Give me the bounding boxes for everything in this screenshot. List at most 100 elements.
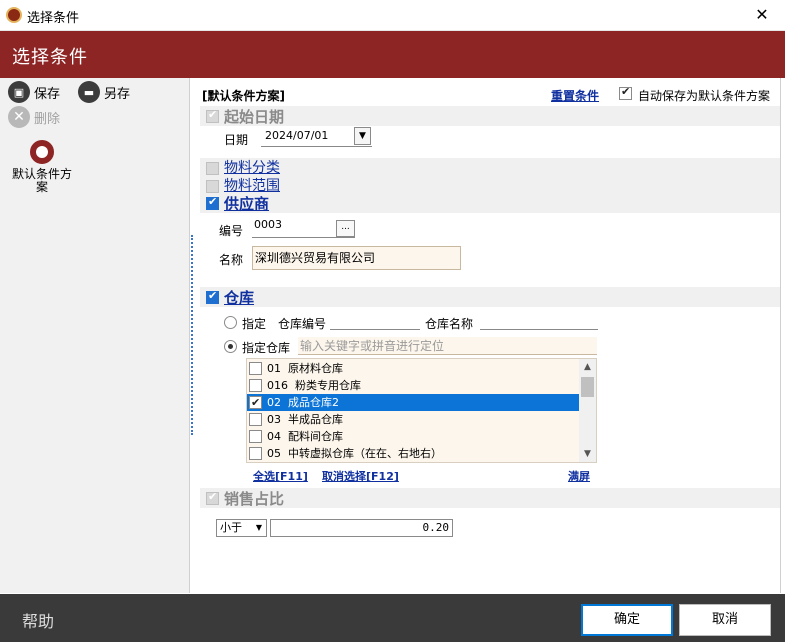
window-titlebar: 选择条件 ✕ xyxy=(0,0,785,31)
cancel-button[interactable]: 取消 xyxy=(679,604,771,636)
specify-radio[interactable] xyxy=(224,316,237,329)
deselect-link[interactable]: 取消选择[F12] xyxy=(322,468,399,484)
list-item[interactable]: 05 中转虚拟仓库（在在、右地右） xyxy=(247,445,580,462)
material-range-checkbox[interactable] xyxy=(206,179,219,193)
list-item-name: 半成品仓库 xyxy=(288,413,343,426)
list-item-name: 原材料仓库 xyxy=(288,362,343,375)
specify-label: 指定 xyxy=(242,317,267,331)
delete-icon: ✕ xyxy=(8,106,30,128)
list-item-code: 03 xyxy=(267,413,281,426)
material-range-link[interactable]: 物料范围 xyxy=(224,175,280,195)
chevron-down-icon: ▼ xyxy=(255,523,262,532)
autosave-label: 自动保存为默认条件方案 xyxy=(638,89,771,103)
save-button[interactable]: ▣ 保存 xyxy=(8,81,60,103)
start-date-checkbox[interactable] xyxy=(206,108,219,123)
list-item-name: 中转虚拟仓库（在在、右地右） xyxy=(288,447,442,460)
list-item-code: 01 xyxy=(267,362,281,375)
list-item-code: 04 xyxy=(267,430,281,443)
delete-label: 删除 xyxy=(34,111,61,127)
dialog-footer: 帮助 确定 取消 xyxy=(0,594,785,642)
content-border xyxy=(780,78,785,593)
list-item[interactable]: 01 原材料仓库 xyxy=(247,360,580,377)
chevron-up-icon[interactable]: ▲ xyxy=(579,359,596,375)
supplier-bar xyxy=(200,193,780,213)
supplier-name-label: 名称 xyxy=(219,253,244,267)
warehouse-name-label: 仓库名称 xyxy=(425,317,474,331)
list-item-checkbox[interactable] xyxy=(249,447,262,460)
sales-ratio-title: 销售占比 xyxy=(224,490,285,508)
date-value: 2024/07/01 xyxy=(265,129,329,142)
material-category-checkbox[interactable] xyxy=(206,161,219,175)
material-bar xyxy=(200,158,780,194)
list-item-checkbox[interactable] xyxy=(249,430,262,443)
date-picker[interactable]: 2024/07/01 ▼ xyxy=(261,127,372,147)
chevron-down-icon[interactable]: ▼ xyxy=(579,446,596,462)
specify-warehouse-label: 指定仓库 xyxy=(242,341,291,355)
operator-select[interactable]: 小于 ▼ xyxy=(216,519,267,537)
ok-button[interactable]: 确定 xyxy=(581,604,673,636)
list-item-checkbox[interactable] xyxy=(249,413,262,426)
window-title: 选择条件 xyxy=(27,11,80,26)
scheme-title: [默认条件方案] xyxy=(202,89,285,103)
delete-button[interactable]: ✕ 删除 xyxy=(8,106,60,128)
list-item-code: 016 xyxy=(267,379,288,392)
dialog-header: 选择条件 xyxy=(0,31,785,78)
condition-content: [默认条件方案] 重置条件 自动保存为默认条件方案 起始日期 日期 2024/0… xyxy=(194,78,780,593)
help-button[interactable]: 帮助 xyxy=(22,608,54,632)
list-item-name: 配料间仓库 xyxy=(288,430,343,443)
list-item[interactable]: 03 半成品仓库 xyxy=(247,411,580,428)
autosave-checkbox[interactable] xyxy=(619,85,632,100)
dialog-title: 选择条件 xyxy=(12,47,88,68)
list-item[interactable]: 016 粉类专用仓库 xyxy=(247,377,580,394)
list-item-name: 成品仓库2 xyxy=(288,396,339,409)
select-all-link[interactable]: 全选[F11] xyxy=(253,468,308,484)
list-item-code: 05 xyxy=(267,447,281,460)
list-item[interactable]: 04 配料间仓库 xyxy=(247,428,580,445)
chevron-down-icon[interactable]: ▼ xyxy=(354,127,371,145)
save-label: 保存 xyxy=(34,86,61,102)
fullscreen-link[interactable]: 满屏 xyxy=(568,468,590,484)
start-date-bar xyxy=(200,106,780,126)
warehouse-code-label: 仓库编号 xyxy=(278,317,327,331)
warehouse-list[interactable]: 01 原材料仓库 016 粉类专用仓库 02 成品仓库2 03 半成品仓库 04… xyxy=(246,358,597,463)
supplier-code-value: 0003 xyxy=(254,218,282,231)
default-scheme-button[interactable]: 默认条件方案 xyxy=(8,140,76,194)
save-as-label: 另存 xyxy=(104,86,131,102)
list-item-code: 02 xyxy=(267,396,281,409)
list-scrollbar[interactable]: ▲ ▼ xyxy=(579,359,596,462)
supplier-title[interactable]: 供应商 xyxy=(224,193,269,214)
scheme-panel: ▣ 保存 ▬ 另存 ✕ 删除 默认条件方案 xyxy=(0,78,190,593)
list-item-checkbox[interactable] xyxy=(249,379,262,392)
supplier-checkbox[interactable] xyxy=(206,195,219,210)
sales-ratio-bar xyxy=(200,488,780,508)
warehouse-title[interactable]: 仓库 xyxy=(224,287,254,308)
material-category-link[interactable]: 物料分类 xyxy=(224,157,280,177)
scheme-icon xyxy=(30,140,54,164)
close-button[interactable]: ✕ xyxy=(739,0,785,30)
warehouse-search-input[interactable]: 输入关键字或拼音进行定位 xyxy=(298,337,597,355)
list-item-checkbox[interactable] xyxy=(249,394,262,411)
reset-link[interactable]: 重置条件 xyxy=(551,87,599,104)
list-item[interactable]: 02 成品仓库2 xyxy=(247,394,580,411)
save-icon: ▣ xyxy=(8,81,30,103)
supplier-name-field[interactable]: 深圳德兴贸易有限公司 xyxy=(252,246,461,270)
supplier-code-label: 编号 xyxy=(219,224,244,238)
browse-button[interactable]: ... xyxy=(336,220,355,237)
warehouse-bar xyxy=(200,287,780,307)
sales-ratio-checkbox[interactable] xyxy=(206,490,219,505)
date-label: 日期 xyxy=(224,133,249,147)
save-as-button[interactable]: ▬ 另存 xyxy=(78,81,130,103)
list-item-checkbox[interactable] xyxy=(249,362,262,375)
scrollbar-thumb[interactable] xyxy=(581,377,594,397)
ratio-input[interactable]: 0.20 xyxy=(270,519,453,537)
warehouse-name-input[interactable] xyxy=(480,312,598,330)
start-date-title: 起始日期 xyxy=(224,108,285,126)
warehouse-checkbox[interactable] xyxy=(206,289,219,304)
operator-value: 小于 xyxy=(220,521,242,534)
warehouse-code-input[interactable] xyxy=(330,312,420,330)
specify-warehouse-radio[interactable] xyxy=(224,340,237,353)
default-scheme-label: 默认条件方案 xyxy=(11,167,72,194)
list-item-name: 粉类专用仓库 xyxy=(295,379,361,392)
app-icon xyxy=(6,7,22,23)
folder-icon: ▬ xyxy=(78,81,100,103)
